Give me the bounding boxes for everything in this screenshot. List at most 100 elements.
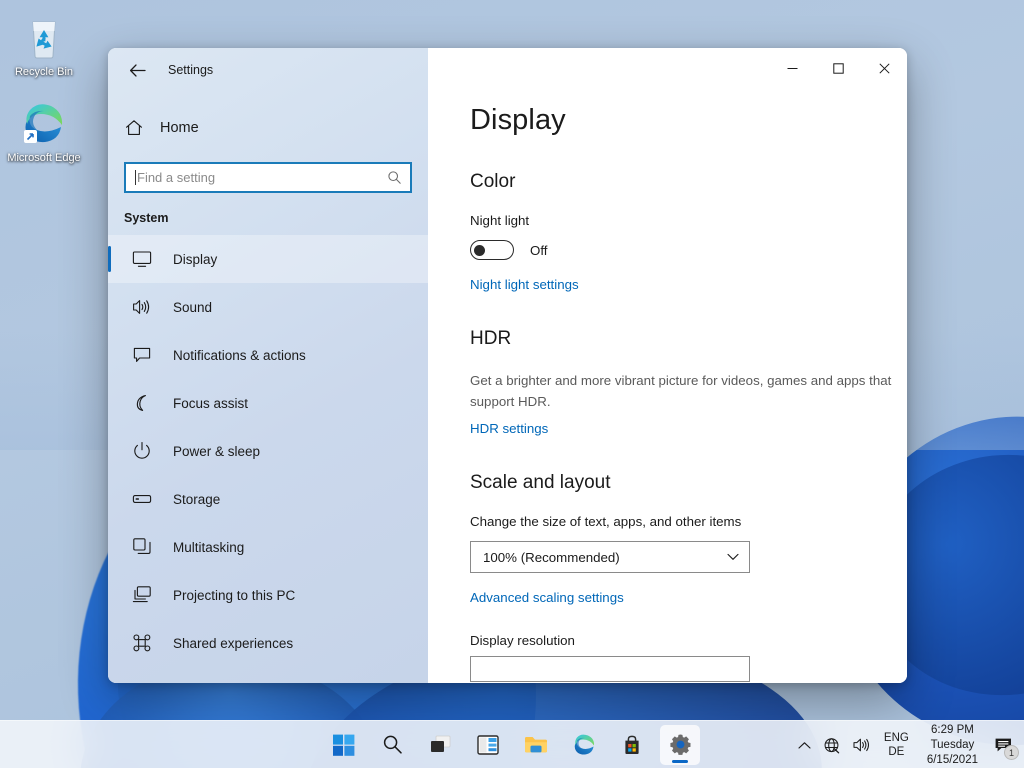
sidebar-item-power-sleep[interactable]: Power & sleep <box>108 427 428 475</box>
search-placeholder: Find a setting <box>137 170 216 185</box>
taskbar-search-button[interactable] <box>372 725 412 765</box>
night-light-toggle-row: Off <box>470 240 907 260</box>
tray-clock[interactable]: 6:29 PM Tuesday 6/15/2021 <box>918 723 987 768</box>
minimize-button[interactable] <box>769 48 815 88</box>
microsoft-edge-icon <box>4 100 84 148</box>
hdr-description: Get a brighter and more vibrant picture … <box>470 373 892 409</box>
home-label: Home <box>160 120 199 136</box>
speaker-icon <box>133 300 150 314</box>
sidebar-item-notifications-actions[interactable]: Notifications & actions <box>108 331 428 379</box>
search-input[interactable]: Find a setting <box>124 162 412 193</box>
sidebar-item-label: Notifications & actions <box>173 347 306 363</box>
windows-start-icon <box>333 734 355 756</box>
speaker-icon <box>853 738 869 752</box>
content-body: Display Color Night light Off Night ligh… <box>428 48 907 682</box>
taskbar-start-button[interactable] <box>324 725 364 765</box>
color-section-heading: Color <box>470 171 516 192</box>
clock-day: Tuesday <box>930 738 975 751</box>
drive-icon <box>132 495 152 503</box>
system-tray: ENG DE 6:29 PM Tuesday 6/15/2021 1 <box>793 721 1024 768</box>
window-title-bar[interactable]: Settings <box>108 48 428 92</box>
folder-icon <box>525 737 547 753</box>
tray-network-button[interactable] <box>818 725 845 765</box>
power-icon <box>134 442 150 459</box>
home-nav-item[interactable]: Home <box>108 108 428 148</box>
desktop[interactable]: Recycle Bin Microsoft Edge Settings Home… <box>0 0 1024 768</box>
toggle-knob <box>474 244 485 256</box>
night-light-state: Off <box>530 242 548 258</box>
share-nodes-icon <box>133 634 151 652</box>
desktop-icon-microsoft-edge[interactable]: Microsoft Edge <box>4 100 84 165</box>
sidebar-item-label: Sound <box>173 299 213 315</box>
clock-date: 6/15/2021 <box>926 753 978 766</box>
taskbar-widgets-button[interactable] <box>468 725 508 765</box>
sidebar-item-label: Display <box>173 251 218 267</box>
maximize-icon <box>832 62 844 74</box>
close-button[interactable] <box>861 48 907 88</box>
night-light-toggle[interactable] <box>470 240 514 260</box>
recycle-bin-icon <box>4 14 84 62</box>
back-button[interactable] <box>122 56 152 84</box>
scale-size-dropdown[interactable]: 100% (Recommended) <box>470 541 750 573</box>
sidebar-item-label: Focus assist <box>173 395 249 411</box>
moon-icon <box>136 395 146 411</box>
taskbar-microsoft-edge-button[interactable] <box>564 725 604 765</box>
sidebar-item-label: Shared experiences <box>173 635 294 651</box>
maximize-button[interactable] <box>815 48 861 88</box>
night-light-settings-link[interactable]: Night light settings <box>470 277 579 292</box>
language-secondary: DE <box>888 746 905 758</box>
search-icon[interactable] <box>387 170 402 185</box>
sidebar-item-sound[interactable]: Sound <box>108 283 428 331</box>
sidebar-item-label: Power & sleep <box>173 443 261 459</box>
gear-icon <box>669 734 690 755</box>
search-icon <box>383 735 402 754</box>
task-view-icon <box>430 735 450 752</box>
section-header: System <box>124 211 169 225</box>
scale-size-value: 100% (Recommended) <box>483 549 620 565</box>
sidebar-item-focus-assist[interactable]: Focus assist <box>108 379 428 427</box>
chevron-up-icon <box>798 741 811 749</box>
sidebar-item-multitasking[interactable]: Multitasking <box>108 523 428 571</box>
advanced-scaling-link[interactable]: Advanced scaling settings <box>470 590 624 605</box>
settings-window[interactable]: Settings Home Find a setting System Disp… <box>108 48 907 683</box>
tray-volume-button[interactable] <box>847 725 875 765</box>
taskbar-settings-button[interactable] <box>660 724 700 765</box>
sidebar-item-projecting-to-this-pc[interactable]: Projecting to this PC <box>108 571 428 619</box>
window-controls <box>769 48 907 88</box>
tray-notifications-button[interactable]: 1 <box>989 725 1019 765</box>
tray-language-indicator[interactable]: ENG DE <box>877 731 916 759</box>
desktop-icon-recycle-bin[interactable]: Recycle Bin <box>4 14 84 79</box>
chevron-down-icon <box>727 553 739 560</box>
home-icon <box>126 120 142 135</box>
settings-navigation-pane: Settings Home Find a setting System Disp… <box>108 48 428 683</box>
scale-section-heading: Scale and layout <box>470 472 611 493</box>
tray-overflow-button[interactable] <box>793 725 816 765</box>
microsoft-edge-icon <box>574 734 594 755</box>
sidebar-item-display[interactable]: Display <box>108 235 428 283</box>
sidebar-item-storage[interactable]: Storage <box>108 475 428 523</box>
app-title: Settings <box>168 63 214 77</box>
hdr-settings-link[interactable]: HDR settings <box>470 421 548 436</box>
display-resolution-label: Display resolution <box>470 633 575 648</box>
globe-network-icon <box>824 737 840 753</box>
display-resolution-dropdown[interactable] <box>470 656 750 682</box>
search-container: Find a setting <box>108 148 428 193</box>
taskbar-microsoft-store-button[interactable] <box>612 725 652 765</box>
settings-nav-list: Display Sound Notifications & actions Focus… <box>108 235 428 683</box>
clock-time: 6:29 PM <box>931 723 974 736</box>
microsoft-store-icon <box>625 735 639 754</box>
projection-icon <box>132 586 151 603</box>
sidebar-item-shared-experiences[interactable]: Shared experiences <box>108 619 428 667</box>
desktop-icon-label: Recycle Bin <box>14 66 74 78</box>
taskbar-task-view-button[interactable] <box>420 725 460 765</box>
scale-size-label: Change the size of text, apps, and other… <box>470 514 742 529</box>
hdr-section-heading: HDR <box>470 328 512 349</box>
widgets-icon <box>477 734 499 755</box>
night-light-label: Night light <box>470 213 530 228</box>
close-icon <box>878 62 890 74</box>
notification-count-badge: 1 <box>1004 745 1019 760</box>
sidebar-item-label: Storage <box>173 491 221 507</box>
language-primary: ENG <box>883 732 909 744</box>
taskbar-file-explorer-button[interactable] <box>516 725 556 765</box>
taskbar: ENG DE 6:29 PM Tuesday 6/15/2021 1 <box>0 720 1024 768</box>
